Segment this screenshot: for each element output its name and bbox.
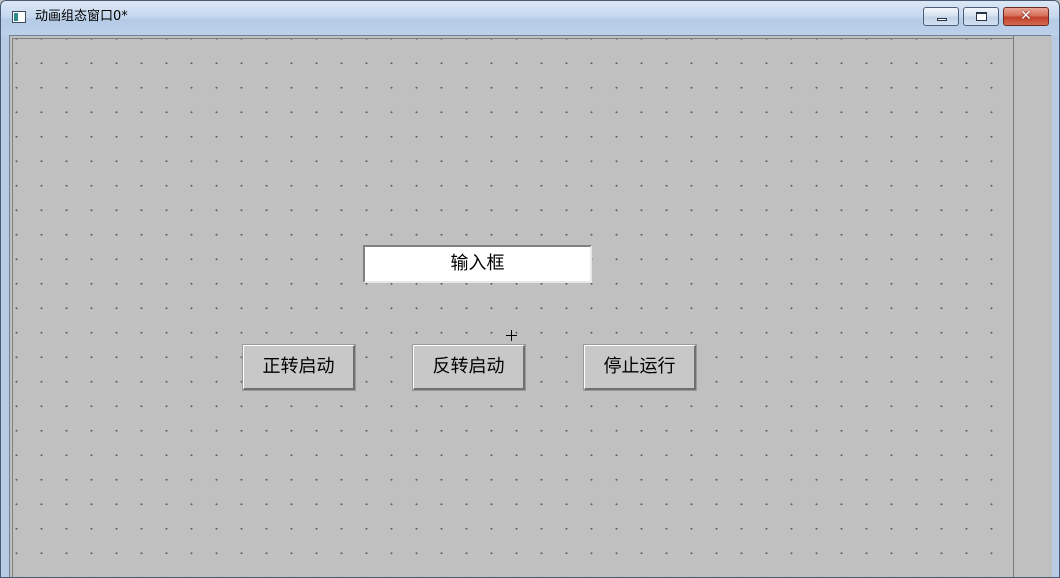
maximize-button[interactable] (963, 7, 999, 26)
input-box[interactable]: 输入框 (363, 245, 592, 283)
reverse-start-button[interactable]: 反转启动 (412, 344, 526, 391)
window-title: 动画组态窗口0* (35, 9, 128, 24)
window-client-area: 输入框 正转启动 反转启动 停止运行 (9, 35, 1052, 577)
design-canvas[interactable]: 输入框 正转启动 反转启动 停止运行 (12, 38, 1013, 577)
application-window: 动画组态窗口0* ✕ 输入框 正转启动 反转启动 停止运行 (0, 0, 1060, 578)
forward-start-button[interactable]: 正转启动 (242, 344, 356, 391)
window-app-icon[interactable] (12, 11, 26, 23)
maximize-icon (976, 12, 987, 21)
title-bar[interactable]: 动画组态窗口0* ✕ (1, 1, 1059, 35)
close-button[interactable]: ✕ (1003, 7, 1049, 26)
right-side-panel (1013, 36, 1052, 577)
close-icon: ✕ (1020, 8, 1032, 24)
stop-button[interactable]: 停止运行 (583, 344, 697, 391)
crosshair-cursor-icon (506, 330, 517, 341)
minimize-button[interactable] (923, 7, 959, 26)
minimize-icon (937, 18, 947, 21)
